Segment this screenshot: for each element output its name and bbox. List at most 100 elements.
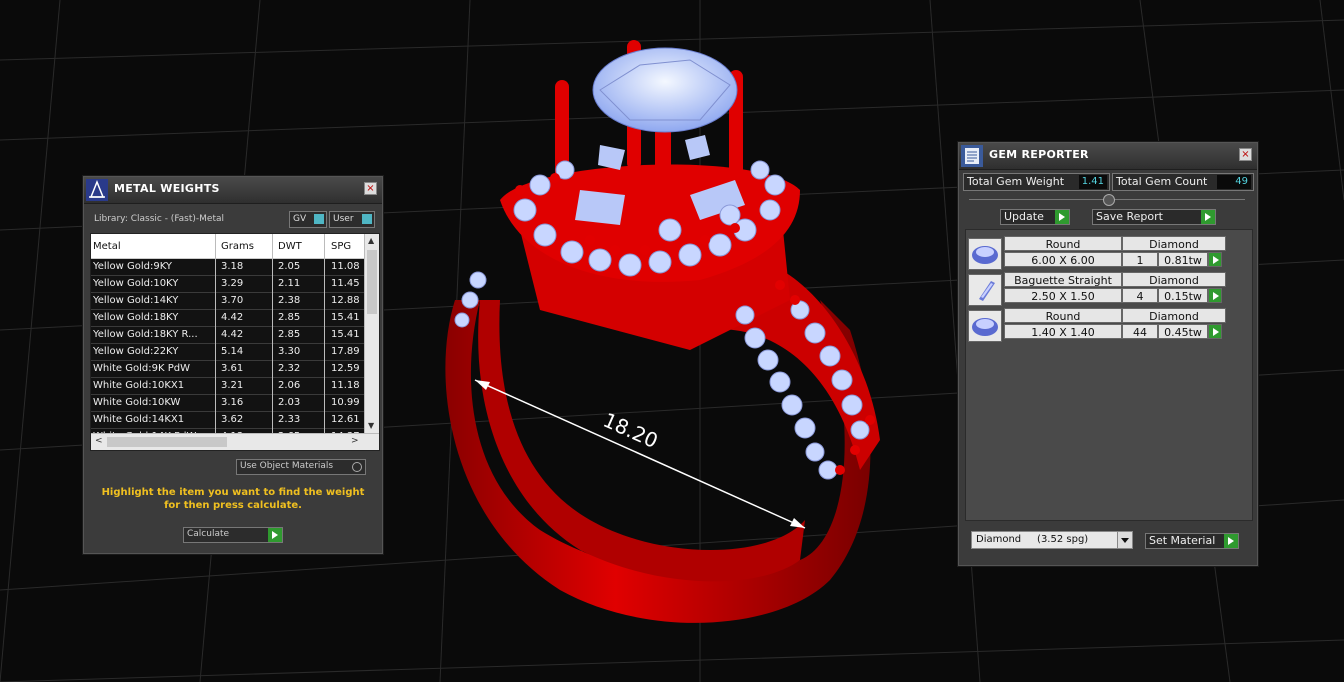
- library-label: Library: Classic - (Fast)-Metal: [94, 214, 225, 224]
- play-arrow-icon: [1055, 210, 1069, 224]
- radio-icon[interactable]: [352, 462, 362, 472]
- gem-material: Diamond: [1122, 272, 1226, 287]
- baguette-stone: [598, 145, 625, 170]
- user-toggle[interactable]: User: [329, 211, 375, 228]
- table-cell: Yellow Gold:22KY: [93, 346, 179, 357]
- table-cell: White Gold:14KX1: [93, 414, 185, 425]
- table-cell: 3.30: [278, 346, 301, 357]
- dimension-label: 18.20: [600, 408, 662, 453]
- collapse-handle-icon[interactable]: [1103, 194, 1115, 206]
- select-gem-arrow-icon[interactable]: [1208, 288, 1222, 303]
- material-select-value: Diamond (3.52 spg): [976, 534, 1089, 545]
- metal-table[interactable]: Metal Grams DWT SPG Yellow Gold:9KY 3.18 2…: [90, 233, 380, 451]
- table-cell: White Gold:10KX1: [93, 380, 185, 391]
- close-icon[interactable]: ×: [364, 182, 377, 195]
- table-cell: 12.59: [331, 363, 360, 374]
- gem-list: Round Diamond 6.00 X 6.00 1 0.81tw Bague…: [965, 229, 1253, 521]
- gem-reporter-title: GEM REPORTER: [989, 148, 1089, 161]
- baguette-gem-icon: [968, 274, 1002, 306]
- set-material-button[interactable]: Set Material: [1145, 533, 1239, 549]
- center-diamond: [592, 47, 738, 133]
- update-label: Update: [1004, 210, 1044, 223]
- horizontal-scrollbar[interactable]: < >: [91, 433, 379, 450]
- table-cell: 4.42: [221, 329, 244, 340]
- gem-reporter-titlebar[interactable]: GEM REPORTER ×: [959, 143, 1257, 170]
- play-arrow-icon: [268, 528, 282, 542]
- table-cell: 3.62: [221, 414, 244, 425]
- update-button[interactable]: Update: [1000, 209, 1070, 225]
- table-cell: 11.08: [331, 261, 360, 272]
- metal-weights-titlebar[interactable]: METAL WEIGHTS ×: [84, 177, 382, 204]
- gv-toggle[interactable]: GV: [289, 211, 327, 228]
- table-cell: 11.18: [331, 380, 360, 391]
- table-cell: 2.05: [278, 261, 301, 272]
- table-cell: Yellow Gold:18KY: [93, 312, 179, 323]
- scrollbar-thumb[interactable]: [367, 250, 377, 314]
- use-object-materials-option[interactable]: Use Object Materials: [236, 459, 366, 475]
- gem-reporter-panel: GEM REPORTER × Total Gem Weight 1.41 Tot…: [958, 142, 1258, 566]
- gem-row[interactable]: Round Diamond 1.40 X 1.40 44 0.45tw: [968, 308, 1226, 342]
- table-cell: 2.06: [278, 380, 301, 391]
- table-cell: 2.11: [278, 278, 301, 289]
- gem-row[interactable]: Baguette Straight Diamond 2.50 X 1.50 4 …: [968, 272, 1226, 306]
- baguette-stone: [685, 135, 710, 160]
- table-cell: 2.33: [278, 414, 301, 425]
- table-cell: 2.38: [278, 295, 301, 306]
- scroll-down-icon[interactable]: ▼: [368, 421, 374, 430]
- gem-weight: 0.45tw: [1158, 324, 1208, 339]
- play-arrow-icon: [1224, 534, 1238, 548]
- baguette-stone: [575, 190, 625, 225]
- table-cell: Yellow Gold:14KY: [93, 295, 179, 306]
- table-cell: 10.99: [331, 397, 360, 408]
- column-header[interactable]: DWT: [278, 241, 326, 252]
- save-report-button[interactable]: Save Report: [1092, 209, 1216, 225]
- column-header[interactable]: Grams: [221, 241, 271, 252]
- table-cell: 3.16: [221, 397, 244, 408]
- scroll-right-icon[interactable]: >: [351, 436, 359, 446]
- table-cell: 15.41: [331, 312, 360, 323]
- table-cell: 2.85: [278, 312, 301, 323]
- vertical-scrollbar[interactable]: ▲ ▼: [364, 234, 379, 434]
- total-gem-count: Total Gem Count 49: [1112, 173, 1254, 191]
- total-gem-count-label: Total Gem Count: [1116, 175, 1208, 188]
- total-gem-weight-value: 1.41: [1078, 175, 1107, 189]
- gem-shape: Round: [1004, 308, 1122, 323]
- table-cell: 3.29: [221, 278, 244, 289]
- scrollbar-thumb[interactable]: [107, 437, 227, 447]
- gem-count: 4: [1122, 288, 1158, 303]
- gv-toggle-label: GV: [293, 214, 307, 224]
- user-toggle-label: User: [333, 214, 354, 224]
- column-header[interactable]: Metal: [93, 241, 211, 252]
- gem-material: Diamond: [1122, 236, 1226, 251]
- select-gem-arrow-icon[interactable]: [1208, 324, 1222, 339]
- gem-count: 44: [1122, 324, 1158, 339]
- metal-weights-title: METAL WEIGHTS: [114, 182, 220, 195]
- total-gem-count-value: 49: [1217, 175, 1251, 189]
- round-gem-icon: [968, 238, 1002, 270]
- save-report-label: Save Report: [1096, 210, 1163, 223]
- table-cell: 2.32: [278, 363, 301, 374]
- select-gem-arrow-icon[interactable]: [1208, 252, 1222, 267]
- scroll-left-icon[interactable]: <: [95, 436, 103, 446]
- gem-count: 1: [1122, 252, 1158, 267]
- gem-shape: Baguette Straight: [1004, 272, 1122, 287]
- table-cell: 5.14: [221, 346, 244, 357]
- table-cell: 3.61: [221, 363, 244, 374]
- table-cell: Yellow Gold:9KY: [93, 261, 172, 272]
- total-gem-weight-label: Total Gem Weight: [967, 175, 1065, 188]
- table-cell: 12.88: [331, 295, 360, 306]
- table-cell: White Gold:10KW: [93, 397, 181, 408]
- gem-row[interactable]: Round Diamond 6.00 X 6.00 1 0.81tw: [968, 236, 1226, 270]
- table-cell: 4.42: [221, 312, 244, 323]
- calculate-button[interactable]: Calculate: [183, 527, 283, 543]
- table-cell: White Gold:9K PdW: [93, 363, 190, 374]
- close-icon[interactable]: ×: [1239, 148, 1252, 161]
- gem-weight: 0.15tw: [1158, 288, 1208, 303]
- chevron-down-icon[interactable]: [1117, 532, 1132, 548]
- column-header[interactable]: SPG: [331, 241, 365, 252]
- table-cell: 12.61: [331, 414, 360, 425]
- scroll-up-icon[interactable]: ▲: [368, 236, 374, 245]
- gem-shape: Round: [1004, 236, 1122, 251]
- round-gem-icon: [968, 310, 1002, 342]
- material-select[interactable]: Diamond (3.52 spg): [971, 531, 1133, 549]
